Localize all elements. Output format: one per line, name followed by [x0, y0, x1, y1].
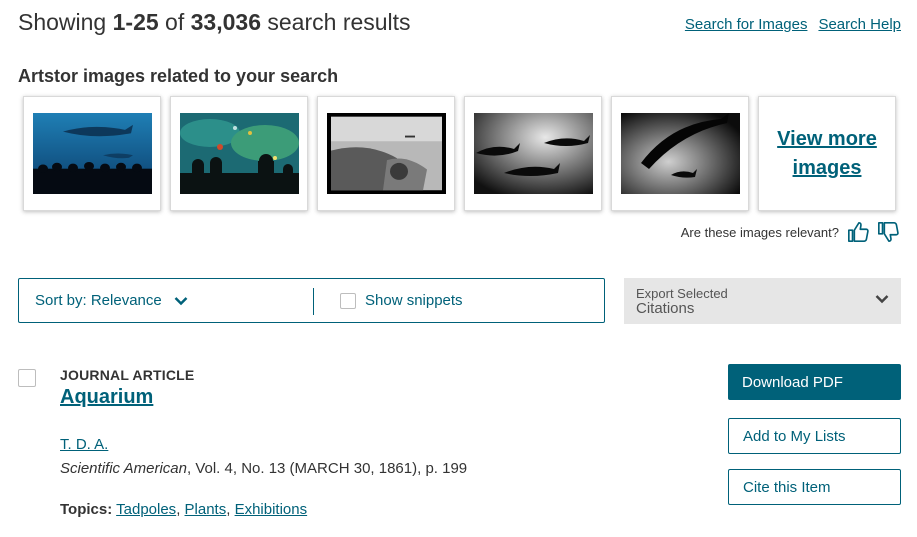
export-label-line1: Export Selected: [636, 286, 728, 301]
topics-list: Topics: Tadpoles, Plants, Exhibitions: [60, 501, 308, 518]
cite-this-item-button[interactable]: Cite this Item: [728, 469, 901, 505]
chevron-down-icon: [174, 296, 188, 305]
results-total: 33,036: [190, 9, 261, 35]
result-title-link[interactable]: Aquarium: [60, 386, 153, 409]
document-type: JOURNAL ARTICLE: [60, 367, 195, 383]
sort-by-label: Sort by: Relevance: [35, 292, 162, 309]
add-to-my-lists-button[interactable]: Add to My Lists: [728, 418, 901, 454]
artstor-thumbnail-4[interactable]: [464, 96, 602, 211]
thumbs-down-icon[interactable]: [877, 221, 899, 243]
sort-by-dropdown[interactable]: Sort by: Relevance: [35, 292, 188, 309]
results-count-heading: Showing 1-25 of 33,036 search results: [18, 9, 411, 36]
result-select-checkbox[interactable]: [18, 369, 36, 387]
artstor-thumbnail-2[interactable]: [170, 96, 308, 211]
chevron-down-icon: [875, 295, 889, 304]
export-label-line2: Citations: [636, 300, 695, 317]
search-help-link[interactable]: Search Help: [818, 16, 901, 33]
export-citations-dropdown[interactable]: Export Selected Citations: [624, 278, 901, 324]
shark-underwater-image: [620, 113, 740, 194]
search-for-images-link[interactable]: Search for Images: [685, 16, 808, 33]
topic-link-tadpoles[interactable]: Tadpoles: [116, 501, 176, 518]
citation-details: , Vol. 4, No. 13 (MARCH 30, 1861), p. 19…: [187, 460, 468, 477]
aquarium-visitors-silhouette-image: [179, 113, 299, 194]
relevance-question: Are these images relevant?: [680, 224, 839, 240]
download-pdf-button[interactable]: Download PDF: [728, 364, 901, 400]
results-range: 1-25: [112, 9, 159, 35]
topic-link-exhibitions[interactable]: Exhibitions: [235, 501, 308, 518]
image-relevance-feedback: Are these images relevant?: [681, 221, 899, 243]
show-snippets-label: Show snippets: [365, 292, 463, 309]
results-prefix: Showing: [18, 9, 113, 35]
artstor-thumbnail-3[interactable]: [317, 96, 455, 211]
topics-label: Topics:: [60, 501, 113, 518]
author-link[interactable]: T. D. A.: [60, 436, 108, 453]
aerial-harbor-photo-image: [326, 113, 446, 194]
top-links: Search for Images Search Help: [685, 16, 901, 33]
artstor-section-title: Artstor images related to your search: [18, 66, 339, 86]
citation-info: Scientific American, Vol. 4, No. 13 (MAR…: [60, 460, 467, 477]
view-more-images-tile[interactable]: View more images: [758, 96, 896, 211]
journal-name: Scientific American: [60, 460, 187, 477]
view-more-images-link[interactable]: View more images: [777, 125, 877, 183]
results-suffix: search results: [261, 9, 411, 35]
show-snippets-checkbox[interactable]: [340, 292, 356, 309]
sharks-silhouette-image: [473, 113, 593, 194]
toolbar-divider: [313, 288, 314, 315]
topic-link-plants[interactable]: Plants: [185, 501, 227, 518]
results-of: of: [158, 9, 191, 35]
results-toolbar: Sort by: Relevance Show snippets: [18, 278, 605, 323]
aquarium-whale-shark-image: [32, 113, 152, 194]
artstor-thumbnail-5[interactable]: [611, 96, 749, 211]
thumbs-up-icon[interactable]: [847, 221, 869, 243]
artstor-thumbnail-1[interactable]: [23, 96, 161, 211]
show-snippets-toggle[interactable]: Show snippets: [340, 292, 463, 309]
